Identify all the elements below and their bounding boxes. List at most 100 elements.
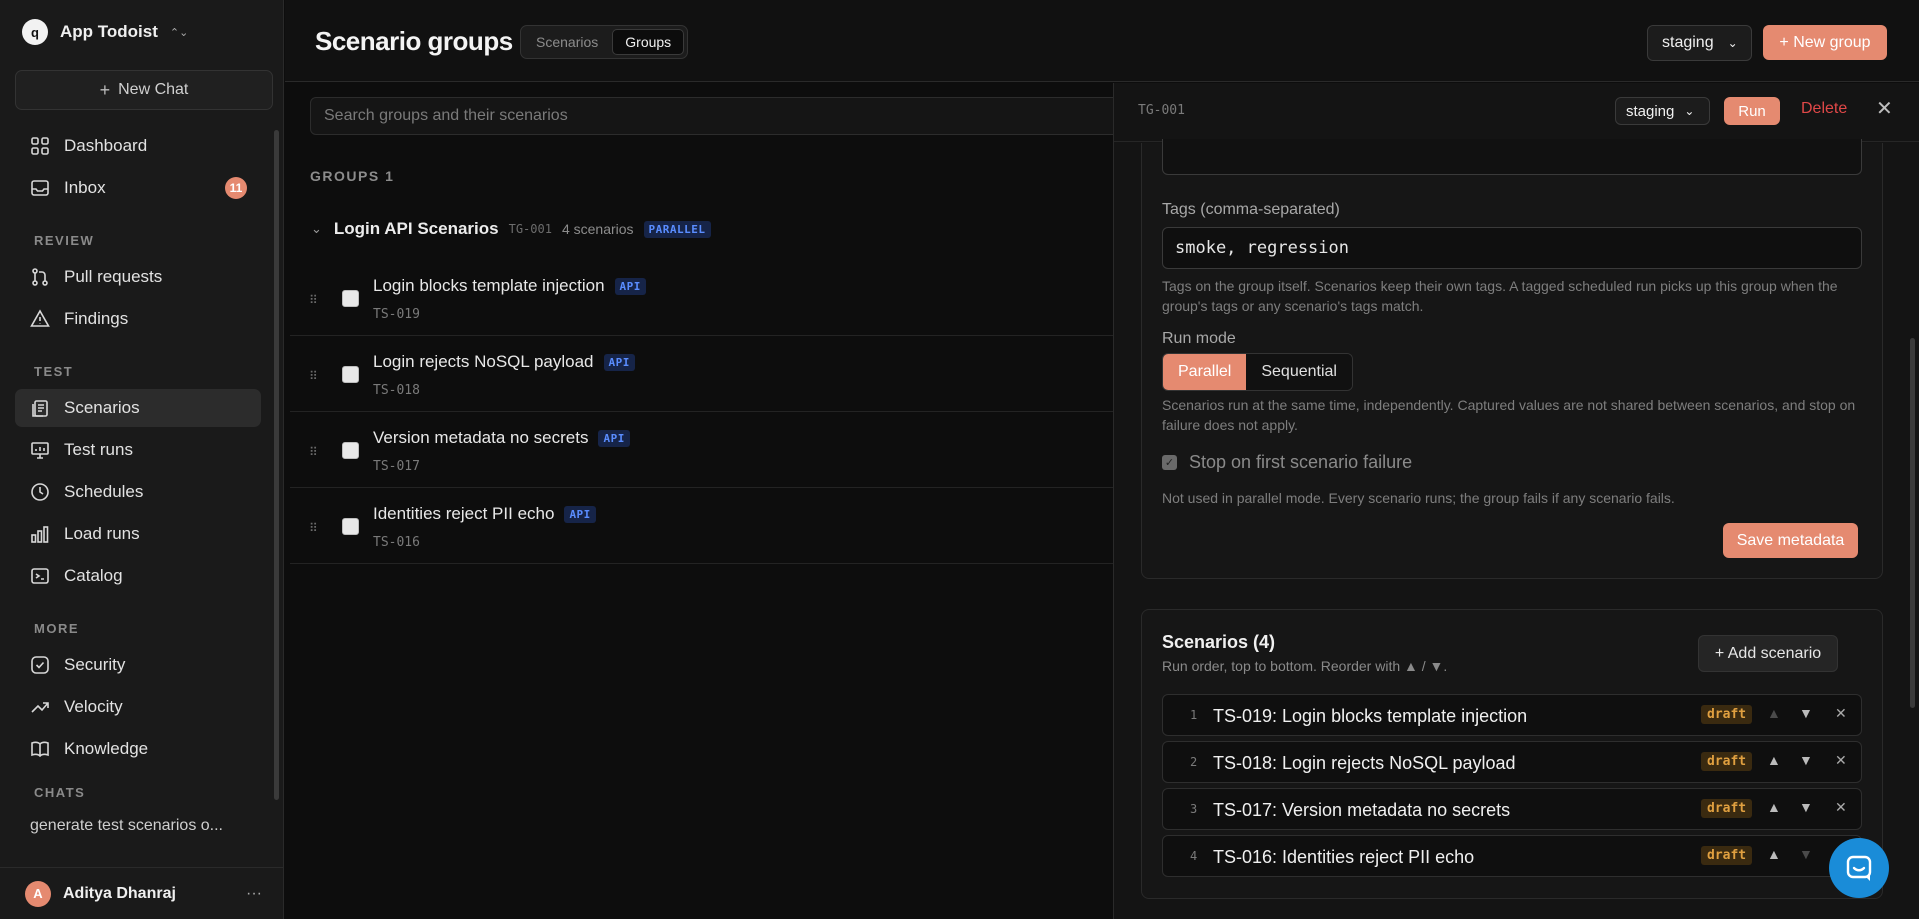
stop-on-failure-checkbox[interactable]: ✓ [1162, 455, 1177, 470]
run-mode-badge: PARALLEL [643, 220, 711, 238]
trending-up-icon [31, 702, 49, 713]
stop-on-failure-help: Not used in parallel mode. Every scenari… [1162, 490, 1675, 506]
support-chat-button[interactable] [1829, 838, 1889, 898]
workspace-logo: q [22, 19, 48, 45]
app-root: q App Todoist ⌃⌄ + New Chat Dashboard In… [0, 0, 1919, 919]
drag-handle-icon[interactable]: ⠿ [309, 293, 318, 307]
sidebar-item-scenarios[interactable]: Scenarios [15, 389, 261, 427]
workspace-name: App Todoist [60, 22, 158, 41]
book-open-icon [31, 741, 49, 758]
move-down-icon[interactable]: ▼ [1799, 705, 1813, 721]
move-up-icon[interactable]: ▲ [1767, 799, 1781, 815]
group-name: Login API Scenarios [333, 219, 499, 238]
table-row[interactable]: ⠿ Login rejects NoSQL payload API TS-018 [290, 336, 1113, 412]
sidebar-item-label: Pull requests [64, 267, 163, 286]
view-switcher: Scenarios Groups [520, 25, 689, 59]
sidebar-scrollbar[interactable] [274, 130, 279, 800]
list-item[interactable]: 3 TS-017: Version metadata no secrets dr… [1162, 788, 1862, 830]
run-mode-parallel[interactable]: Parallel [1163, 354, 1247, 390]
sidebar-item-catalog[interactable]: Catalog [15, 557, 261, 595]
sidebar-item-test-runs[interactable]: Test runs [15, 431, 261, 469]
sidebar-item-pull-requests[interactable]: Pull requests [15, 258, 261, 296]
remove-icon[interactable]: ✕ [1835, 752, 1847, 769]
groups-list: Search groups and their scenarios GROUPS… [285, 83, 1130, 919]
new-chat-button[interactable]: + New Chat [15, 70, 273, 110]
scenario-name: Login blocks template injection [373, 276, 605, 295]
chat-bubble-icon [1846, 855, 1872, 881]
drag-handle-icon[interactable]: ⠿ [309, 369, 318, 383]
status-badge: draft [1701, 799, 1753, 818]
sidebar-item-load-runs[interactable]: Load runs [15, 515, 261, 553]
section-chats: CHATS [34, 785, 86, 800]
order-number: 4 [1190, 849, 1198, 863]
sidebar-item-schedules[interactable]: Schedules [15, 473, 261, 511]
table-row[interactable]: ⠿ Version metadata no secrets API TS-017 [290, 412, 1113, 488]
stop-on-failure-label: Stop on first scenario failure [1189, 452, 1413, 472]
chevron-down-icon[interactable]: ⌄ [311, 221, 322, 237]
move-up-icon[interactable]: ▲ [1767, 705, 1781, 721]
new-chat-label: New Chat [118, 81, 189, 98]
table-row[interactable]: ⠿ Identities reject PII echo API TS-016 [290, 488, 1113, 564]
environment-select[interactable]: staging ⌄ [1647, 25, 1752, 61]
remove-icon[interactable]: ✕ [1835, 705, 1847, 722]
tab-groups[interactable]: Groups [612, 29, 685, 55]
save-metadata-button[interactable]: Save metadata [1723, 523, 1858, 558]
sidebar-item-inbox[interactable]: Inbox 11 [15, 169, 261, 207]
sidebar-item-dashboard[interactable]: Dashboard [15, 127, 261, 165]
section-more: MORE [34, 621, 79, 636]
sidebar-item-findings[interactable]: Findings [15, 300, 261, 338]
list-item[interactable]: 2 TS-018: Login rejects NoSQL payload dr… [1162, 741, 1862, 783]
row-checkbox[interactable] [342, 442, 359, 459]
run-mode-sequential[interactable]: Sequential [1246, 354, 1352, 390]
clock-icon [31, 483, 49, 501]
delete-button[interactable]: Delete [1801, 100, 1847, 118]
more-icon[interactable]: ··· [246, 885, 262, 903]
sidebar-item-velocity[interactable]: Velocity [15, 688, 261, 726]
chevron-updown-icon: ⌃⌄ [169, 26, 189, 39]
scenario-title: Login rejects NoSQL payload API [373, 352, 635, 372]
new-group-button[interactable]: + New group [1763, 25, 1887, 60]
move-up-icon[interactable]: ▲ [1767, 846, 1781, 862]
remove-icon[interactable]: ✕ [1835, 799, 1847, 816]
api-badge: API [564, 505, 596, 523]
groups-count: GROUPS 1 [310, 168, 395, 184]
user-menu[interactable]: A Aditya Dhanraj ··· [0, 867, 284, 919]
scenario-name: Version metadata no secrets [373, 428, 589, 447]
table-row[interactable]: ⠿ Login blocks template injection API TS… [290, 260, 1113, 336]
move-up-icon[interactable]: ▲ [1767, 752, 1781, 768]
panel-environment-select[interactable]: staging ⌄ [1615, 97, 1710, 125]
pull-request-icon [32, 268, 48, 286]
scenario-title: Version metadata no secrets API [373, 428, 630, 448]
group-header[interactable]: ⌄ Login API Scenarios TG-001 4 scenarios… [311, 219, 711, 239]
plus-icon: + [99, 79, 111, 100]
sidebar-item-security[interactable]: Security [15, 646, 261, 684]
run-button[interactable]: Run [1724, 97, 1780, 125]
environment-value: staging [1662, 34, 1714, 51]
drag-handle-icon[interactable]: ⠿ [309, 521, 318, 535]
description-textarea[interactable] [1162, 139, 1862, 175]
tab-scenarios[interactable]: Scenarios [524, 29, 610, 55]
sidebar-item-label: Velocity [64, 697, 123, 716]
close-icon[interactable]: ✕ [1876, 96, 1893, 121]
row-checkbox[interactable] [342, 290, 359, 307]
list-item[interactable]: 1 TS-019: Login blocks template injectio… [1162, 694, 1862, 736]
sidebar-item-label: Scenarios [64, 398, 140, 417]
tags-input[interactable]: smoke, regression [1162, 227, 1862, 269]
row-checkbox[interactable] [342, 518, 359, 535]
chat-item[interactable]: generate test scenarios o... [30, 817, 223, 835]
scenarios-title: Scenarios (4) [1162, 632, 1276, 652]
tags-label: Tags (comma-separated) [1162, 201, 1340, 218]
row-checkbox[interactable] [342, 366, 359, 383]
api-badge: API [603, 353, 635, 371]
scenarios-subtitle: Run order, top to bottom. Reorder with ▲… [1162, 658, 1448, 674]
search-input[interactable]: Search groups and their scenarios [310, 97, 1130, 135]
panel-scrollbar[interactable] [1910, 338, 1915, 708]
sidebar-item-knowledge[interactable]: Knowledge [15, 730, 261, 768]
move-down-icon[interactable]: ▼ [1799, 799, 1813, 815]
list-item[interactable]: 4 TS-016: Identities reject PII echo dra… [1162, 835, 1862, 877]
add-scenario-button[interactable]: + Add scenario [1698, 635, 1838, 672]
workspace-switcher[interactable]: q App Todoist ⌃⌄ [22, 18, 188, 46]
drag-handle-icon[interactable]: ⠿ [309, 445, 318, 459]
move-down-icon[interactable]: ▼ [1799, 846, 1813, 862]
move-down-icon[interactable]: ▼ [1799, 752, 1813, 768]
